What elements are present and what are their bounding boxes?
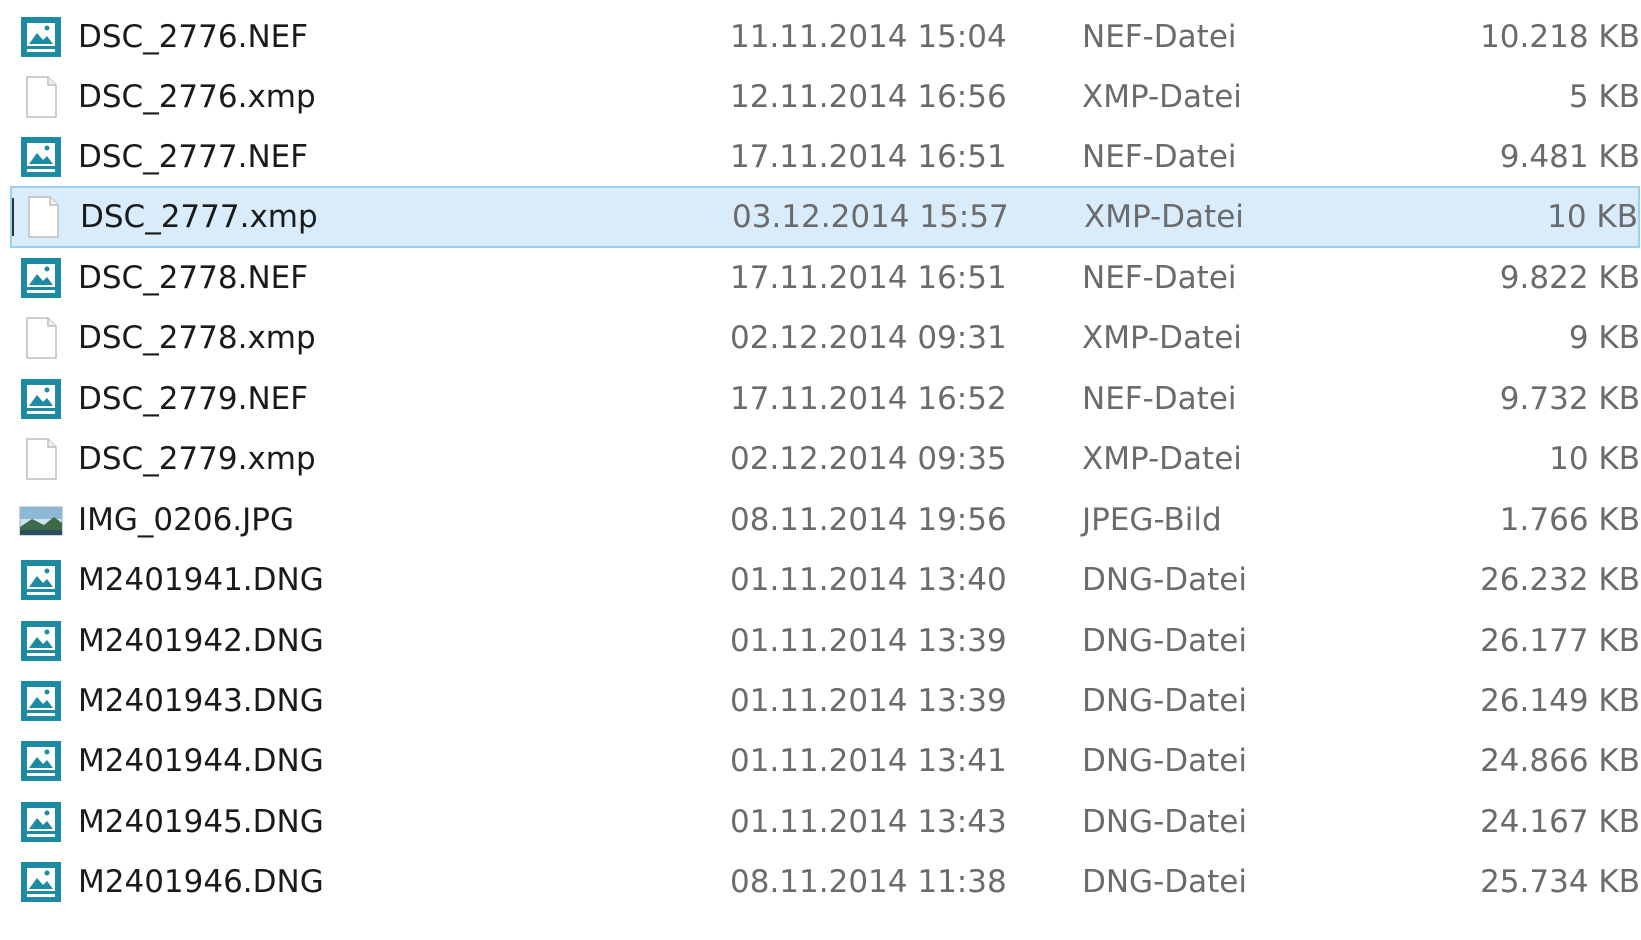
file-size: 10.218 KB <box>1480 19 1640 55</box>
file-row[interactable]: M2401941.DNG 01.11.2014 13:40 DNG-Datei … <box>10 549 1640 611</box>
file-name: M2401941.DNG <box>78 562 324 598</box>
file-date: 08.11.2014 11:38 <box>730 864 1007 900</box>
file-date: 17.11.2014 16:51 <box>730 260 1007 296</box>
file-date: 01.11.2014 13:41 <box>730 743 1007 779</box>
file-name: DSC_2776.NEF <box>78 19 309 55</box>
file-row[interactable]: DSC_2776.xmp 12.11.2014 16:56 XMP-Datei … <box>10 66 1640 128</box>
file-row[interactable]: DSC_2779.xmp 02.12.2014 09:35 XMP-Datei … <box>10 428 1640 490</box>
image-file-icon <box>18 134 64 180</box>
file-size: 9.732 KB <box>1499 381 1640 417</box>
file-name: DSC_2776.xmp <box>78 79 316 115</box>
file-row[interactable]: DSC_2779.NEF 17.11.2014 16:52 NEF-Datei … <box>10 368 1640 430</box>
file-size: 26.232 KB <box>1480 562 1640 598</box>
file-type: NEF-Datei <box>1082 19 1237 55</box>
file-row[interactable]: IMG_0206.JPG 08.11.2014 19:56 JPEG-Bild … <box>10 489 1640 551</box>
file-size: 25.734 KB <box>1480 864 1640 900</box>
file-row[interactable]: DSC_2778.xmp 02.12.2014 09:31 XMP-Datei … <box>10 307 1640 369</box>
file-date: 01.11.2014 13:43 <box>730 804 1007 840</box>
file-size: 24.866 KB <box>1480 743 1640 779</box>
file-size: 5 KB <box>1568 79 1640 115</box>
image-file-icon <box>18 799 64 845</box>
file-type: XMP-Datei <box>1082 320 1242 356</box>
file-size: 1.766 KB <box>1499 502 1640 538</box>
file-row[interactable]: M2401946.DNG 08.11.2014 11:38 DNG-Datei … <box>10 851 1640 913</box>
file-size: 9 KB <box>1568 320 1640 356</box>
file-type: DNG-Datei <box>1082 743 1247 779</box>
file-name: DSC_2778.NEF <box>78 260 309 296</box>
file-type: DNG-Datei <box>1082 623 1247 659</box>
image-file-icon <box>18 859 64 905</box>
image-file-icon <box>18 678 64 724</box>
file-row[interactable]: M2401945.DNG 01.11.2014 13:43 DNG-Datei … <box>10 791 1640 853</box>
file-row[interactable]: DSC_2777.NEF 17.11.2014 16:51 NEF-Datei … <box>10 126 1640 188</box>
file-type: DNG-Datei <box>1082 562 1247 598</box>
image-file-icon <box>18 557 64 603</box>
file-type: DNG-Datei <box>1082 683 1247 719</box>
file-name: DSC_2778.xmp <box>78 320 316 356</box>
file-type: XMP-Datei <box>1082 79 1242 115</box>
file-type: NEF-Datei <box>1082 139 1237 175</box>
file-name: DSC_2779.xmp <box>78 441 316 477</box>
file-size: 26.149 KB <box>1480 683 1640 719</box>
file-date: 01.11.2014 13:39 <box>730 683 1007 719</box>
file-name: M2401942.DNG <box>78 623 324 659</box>
file-date: 12.11.2014 16:56 <box>730 79 1007 115</box>
file-type: XMP-Datei <box>1082 441 1242 477</box>
file-list: DSC_2776.NEF 11.11.2014 15:04 NEF-Datei … <box>0 0 1641 940</box>
file-date: 01.11.2014 13:40 <box>730 562 1007 598</box>
image-file-icon <box>18 376 64 422</box>
file-row[interactable]: M2401943.DNG 01.11.2014 13:39 DNG-Datei … <box>10 670 1640 732</box>
file-name: DSC_2779.NEF <box>78 381 309 417</box>
file-name: M2401945.DNG <box>78 804 324 840</box>
file-size: 10 KB <box>1547 199 1638 235</box>
file-row-selected[interactable]: DSC_2777.xmp 03.12.2014 15:57 XMP-Datei … <box>10 186 1640 248</box>
file-type: XMP-Datei <box>1084 199 1244 235</box>
file-size: 24.167 KB <box>1480 804 1640 840</box>
file-date: 11.11.2014 15:04 <box>730 19 1007 55</box>
file-name: DSC_2777.NEF <box>78 139 309 175</box>
file-name: DSC_2777.xmp <box>80 199 318 235</box>
file-row[interactable]: DSC_2778.NEF 17.11.2014 16:51 NEF-Datei … <box>10 247 1640 309</box>
file-name: M2401944.DNG <box>78 743 324 779</box>
file-date: 17.11.2014 16:51 <box>730 139 1007 175</box>
blank-file-icon <box>20 194 66 240</box>
focus-caret <box>12 198 14 236</box>
image-file-icon <box>18 738 64 784</box>
file-date: 08.11.2014 19:56 <box>730 502 1007 538</box>
jpeg-thumbnail-icon <box>18 497 64 543</box>
image-file-icon <box>18 14 64 60</box>
file-date: 02.12.2014 09:31 <box>730 320 1007 356</box>
file-date: 03.12.2014 15:57 <box>732 199 1009 235</box>
file-date: 17.11.2014 16:52 <box>730 381 1007 417</box>
file-type: DNG-Datei <box>1082 804 1247 840</box>
file-row[interactable]: M2401942.DNG 01.11.2014 13:39 DNG-Datei … <box>10 610 1640 672</box>
blank-file-icon <box>18 74 64 120</box>
file-size: 10 KB <box>1549 441 1640 477</box>
file-size: 9.481 KB <box>1499 139 1640 175</box>
blank-file-icon <box>18 436 64 482</box>
file-row[interactable]: DSC_2776.NEF 11.11.2014 15:04 NEF-Datei … <box>10 6 1640 68</box>
file-date: 02.12.2014 09:35 <box>730 441 1007 477</box>
image-file-icon <box>18 255 64 301</box>
file-type: JPEG-Bild <box>1082 502 1222 538</box>
file-size: 9.822 KB <box>1499 260 1640 296</box>
blank-file-icon <box>18 315 64 361</box>
file-name: M2401943.DNG <box>78 683 324 719</box>
file-type: DNG-Datei <box>1082 864 1247 900</box>
file-type: NEF-Datei <box>1082 260 1237 296</box>
file-size: 26.177 KB <box>1480 623 1640 659</box>
image-file-icon <box>18 618 64 664</box>
file-name: M2401946.DNG <box>78 864 324 900</box>
file-name: IMG_0206.JPG <box>78 502 295 538</box>
file-date: 01.11.2014 13:39 <box>730 623 1007 659</box>
file-row[interactable]: M2401944.DNG 01.11.2014 13:41 DNG-Datei … <box>10 730 1640 792</box>
file-type: NEF-Datei <box>1082 381 1237 417</box>
